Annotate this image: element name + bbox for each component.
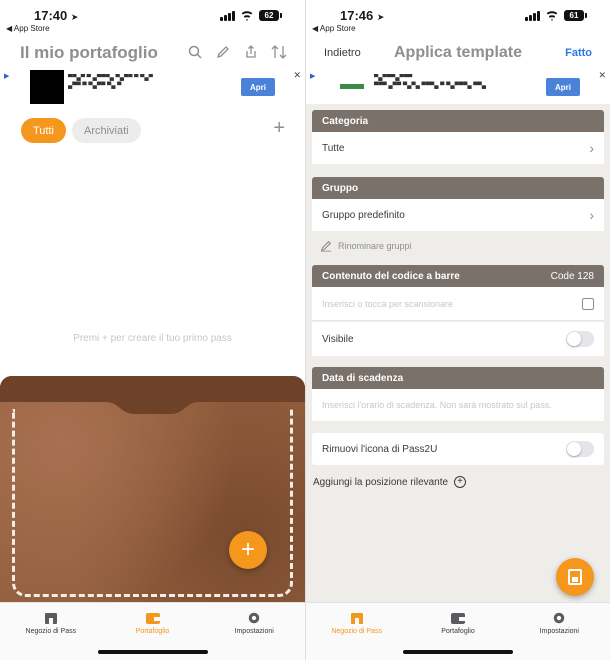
battery-icon: 61 xyxy=(564,10,587,21)
status-time: 17:40 ➤ xyxy=(34,8,79,23)
edit-pencil-icon[interactable] xyxy=(215,44,231,60)
tab-bar: Negozio di Pass Portafoglio Impostazioni xyxy=(306,602,610,660)
remove-icon-row: Rimuovi l'icona di Pass2U xyxy=(312,433,604,465)
empty-state-text: Premi + per creare il tuo primo pass xyxy=(73,333,232,344)
done-button[interactable]: Fatto xyxy=(565,47,592,59)
status-time: 17:46 ➤ xyxy=(340,8,385,23)
signal-icon xyxy=(220,10,235,21)
ad-text: ▀▀▀ ▄▀▀ ▀▄▀▄ ▀▀▀▄ ▀ ▀▄▀▀▀▄ ▀▀▄ xyxy=(374,83,487,89)
ad-open-button[interactable]: Apri xyxy=(241,78,275,96)
nav-bar: Indietro Applica template Fatto xyxy=(306,36,610,68)
expiry-header: Data di scadenza xyxy=(312,367,604,389)
visible-toggle[interactable] xyxy=(566,331,594,347)
add-circle-icon: + xyxy=(454,476,467,488)
sort-icon[interactable] xyxy=(271,44,287,60)
barcode-header: Contenuto del codice a barre Code 128 xyxy=(312,265,604,287)
ad-image xyxy=(30,70,64,104)
visible-label: Visibile xyxy=(322,333,354,345)
barcode-input[interactable]: Inserisci o tocca per scansionare xyxy=(312,287,604,321)
ad-text: ▀▀▄▀ ▀ ▄▀▀▀▄ ▀▄▀▀ ▀ ▀▄▀ xyxy=(68,75,153,81)
status-bar: 17:40 ➤ ◀ App Store 62 xyxy=(0,0,305,36)
ad-text: ▀▄▀▀▀▄▀▀▀ xyxy=(374,75,413,81)
ad-image xyxy=(338,72,366,100)
tab-pass-store[interactable]: Negozio di Pass xyxy=(306,603,407,660)
wifi-icon xyxy=(240,11,254,21)
ad-close-icon[interactable]: ✕ xyxy=(293,70,301,81)
save-button[interactable] xyxy=(556,558,594,596)
remove-icon-toggle[interactable] xyxy=(566,441,594,457)
store-icon xyxy=(44,613,57,624)
tab-settings[interactable]: Impostazioni xyxy=(509,603,610,660)
barcode-type[interactable]: Code 128 xyxy=(551,271,594,282)
gear-icon xyxy=(248,612,260,624)
category-header: Categoria xyxy=(312,110,604,132)
wallet-screen: 17:40 ➤ ◀ App Store 62 Il mio portafogli… xyxy=(0,0,305,660)
store-icon xyxy=(350,613,363,624)
ad-banner[interactable]: ▶ ▀▀▄▀ ▀ ▄▀▀▀▄ ▀▄▀▀ ▀ ▀▄▀ ▄▀▀ ▀ ▀▄▀▀ ▀▄ … xyxy=(0,68,305,106)
ad-text: ▄▀▀ ▀ ▀▄▀▀ ▀▄ ▀ xyxy=(68,83,122,89)
back-to-app-store[interactable]: ◀ App Store xyxy=(6,24,50,33)
add-pass-button[interactable]: + xyxy=(229,531,267,569)
ad-close-icon[interactable]: ✕ xyxy=(598,70,606,81)
wallet-icon xyxy=(145,613,160,624)
battery-icon: 62 xyxy=(259,10,282,21)
filter-chips: Tutti Archiviati xyxy=(21,118,141,143)
add-location-button[interactable]: Aggiungi la posizione rilevante + xyxy=(313,476,467,488)
ad-banner[interactable]: ▶ ▀▄▀▀▀▄▀▀▀ ▀▀▀ ▄▀▀ ▀▄▀▄ ▀▀▀▄ ▀ ▀▄▀▀▀▄ ▀… xyxy=(306,68,610,104)
barcode-visible-row: Visibile xyxy=(312,322,604,356)
gear-icon xyxy=(554,612,565,624)
ad-info-icon[interactable]: ▶ xyxy=(310,72,315,80)
page-title: Il mio portafoglio xyxy=(20,43,158,62)
group-header: Gruppo xyxy=(312,177,604,199)
wallet-icon xyxy=(450,613,465,624)
scan-icon[interactable] xyxy=(582,297,594,310)
share-icon[interactable] xyxy=(243,44,259,60)
chevron-right-icon: › xyxy=(589,207,594,223)
apply-template-screen: 17:46 ➤ ◀ App Store 61 Indietro Applica … xyxy=(305,0,610,660)
home-indicator xyxy=(97,650,208,654)
ad-open-button[interactable]: Apri xyxy=(546,78,580,96)
rename-groups-button[interactable]: Rinominare gruppi xyxy=(320,240,412,252)
ad-info-icon[interactable]: ▶ xyxy=(4,72,9,80)
filter-archived[interactable]: Archiviati xyxy=(72,118,141,143)
chevron-right-icon: › xyxy=(589,140,594,156)
wifi-icon xyxy=(545,11,559,21)
expiry-input[interactable]: Inserisci l'orario di scadenza. Non sarà… xyxy=(312,389,604,421)
back-to-app-store[interactable]: ◀ App Store xyxy=(312,24,356,33)
group-value: Gruppo predefinito xyxy=(322,209,405,221)
wallet-illustration xyxy=(0,376,305,602)
wallet-stitching xyxy=(12,409,293,597)
tab-bar: Negozio di Pass Portafoglio Impostazioni xyxy=(0,602,305,660)
tab-pass-store[interactable]: Negozio di Pass xyxy=(0,603,102,660)
filter-all[interactable]: Tutti xyxy=(21,118,66,143)
category-row[interactable]: Tutte › xyxy=(312,132,604,164)
search-icon[interactable] xyxy=(187,44,203,60)
signal-icon xyxy=(525,10,540,21)
add-icon[interactable]: + xyxy=(273,118,285,138)
save-icon xyxy=(568,569,582,585)
tab-settings[interactable]: Impostazioni xyxy=(203,603,305,660)
group-row[interactable]: Gruppo predefinito › xyxy=(312,199,604,231)
category-value: Tutte xyxy=(322,142,345,154)
status-bar: 17:46 ➤ ◀ App Store 61 xyxy=(306,0,610,36)
remove-icon-label: Rimuovi l'icona di Pass2U xyxy=(322,443,438,455)
edit-pencil-icon xyxy=(320,240,332,252)
home-indicator xyxy=(403,650,513,654)
